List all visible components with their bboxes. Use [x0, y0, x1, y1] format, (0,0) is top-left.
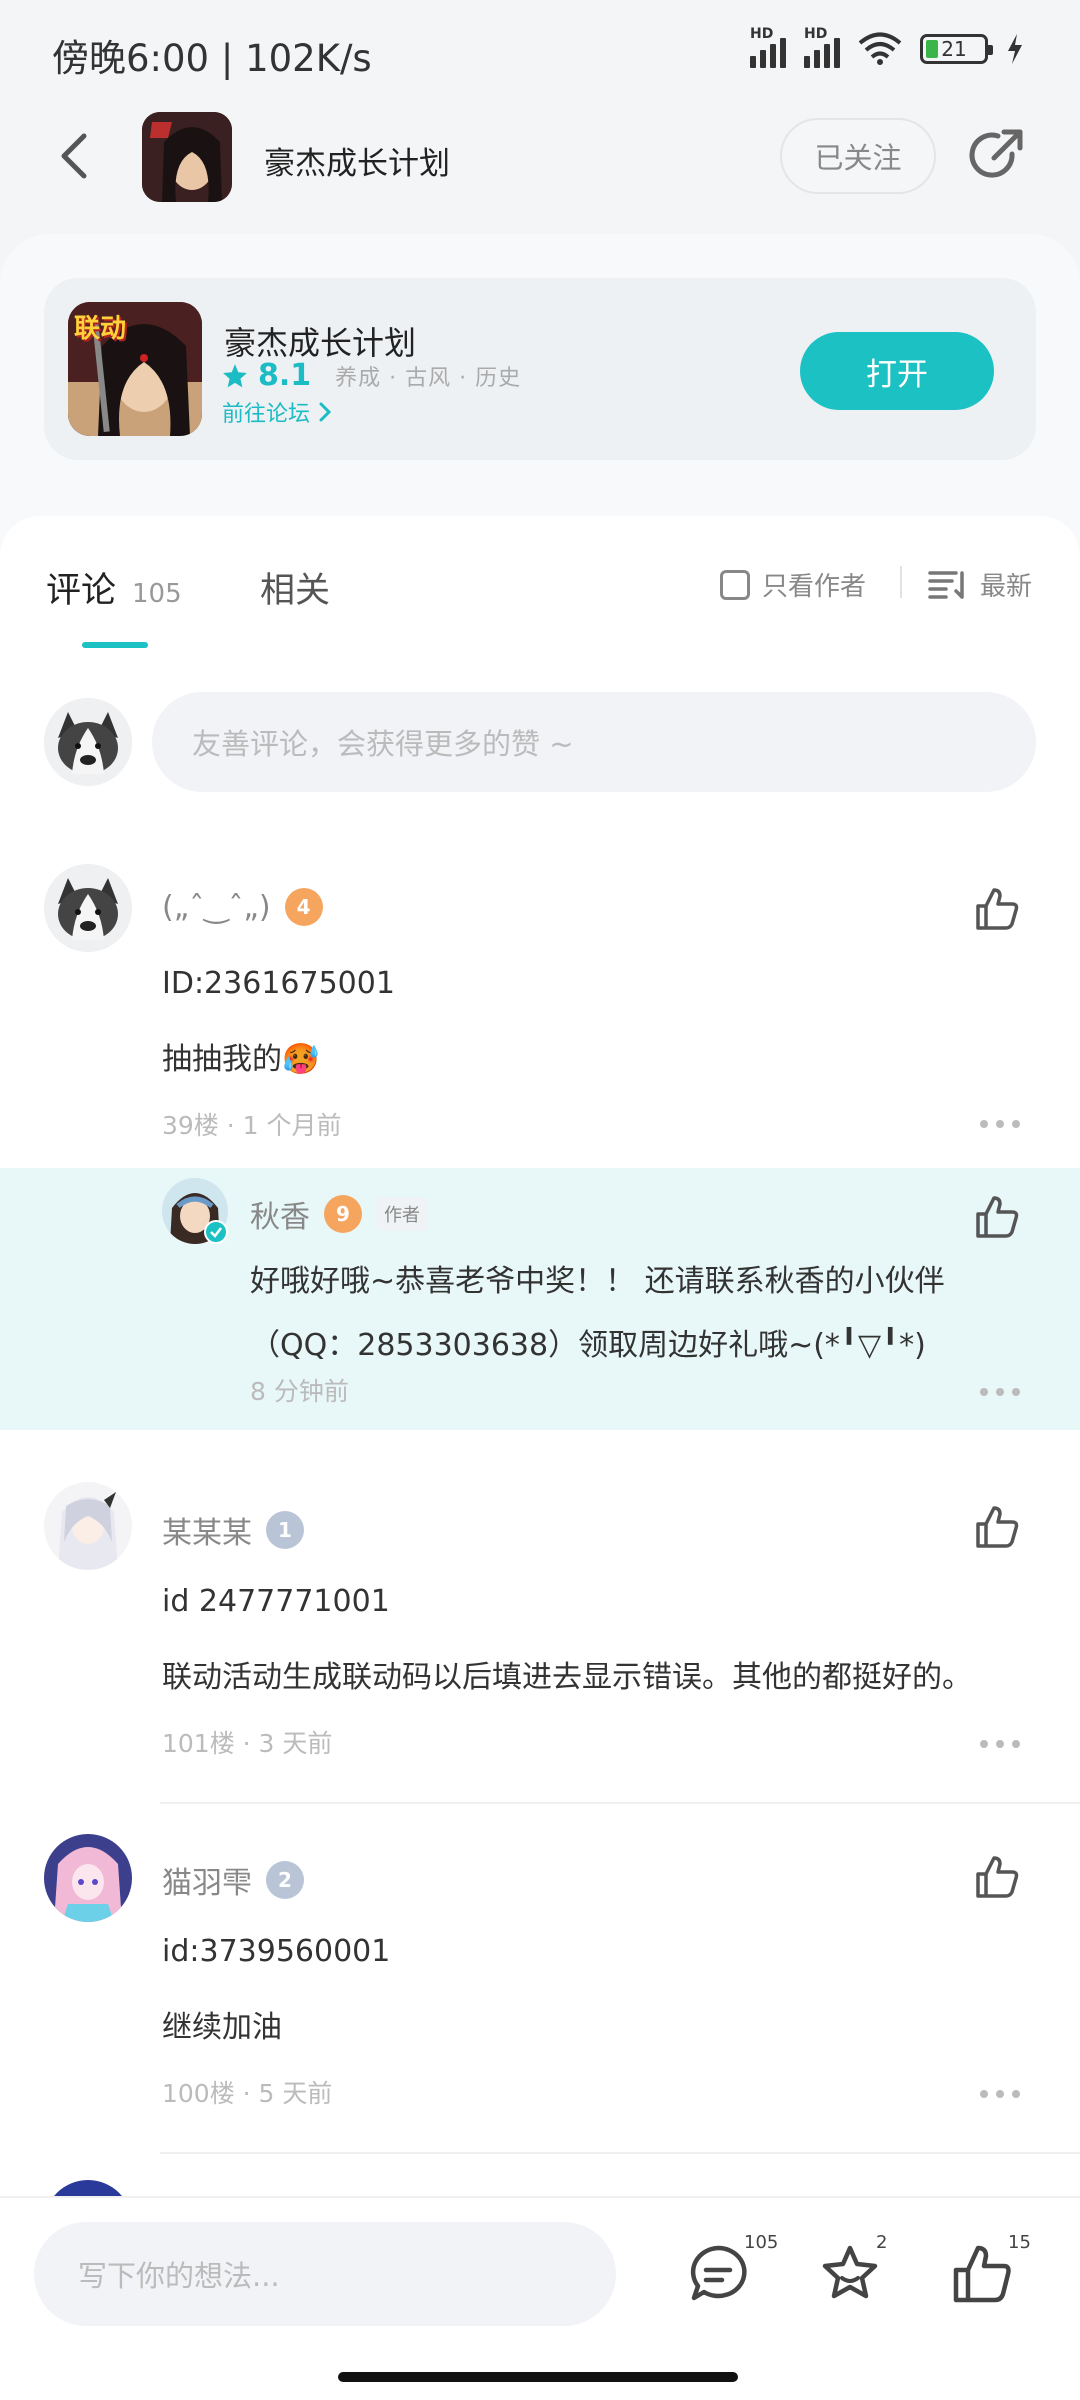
- comment-text: 继续加油: [162, 2010, 282, 2045]
- avatar[interactable]: [44, 864, 132, 952]
- comment-input[interactable]: 友善评论，会获得更多的赞 ~: [152, 692, 1036, 792]
- only-author-toggle[interactable]: 只看作者: [720, 566, 866, 603]
- level-badge: 2: [266, 1861, 304, 1899]
- comment-meta: 100楼 · 5 天前: [162, 2079, 333, 2108]
- tab-related[interactable]: 相关: [260, 562, 330, 613]
- avatar[interactable]: [44, 1482, 132, 1570]
- divider: [900, 566, 902, 598]
- reply-text: （QQ：2853303638）领取周边好礼哦~(*╹▽╹*): [250, 1328, 926, 1363]
- reply-input[interactable]: 写下你的想法...: [34, 2222, 616, 2326]
- reply-header: 秋香 9 作者: [250, 1192, 428, 1236]
- comment-header: 猫羽雫 2: [162, 1858, 304, 1902]
- favorite-count: 2: [876, 2232, 888, 2253]
- reply-meta: 8 分钟前: [250, 1377, 349, 1406]
- status-time: 傍晚6:00 | 102K/s: [52, 37, 372, 80]
- only-author-label: 只看作者: [762, 572, 867, 602]
- like-icon[interactable]: [950, 2242, 1014, 2306]
- like-icon[interactable]: [974, 1504, 1020, 1550]
- sort-label: 最新: [980, 572, 1033, 602]
- charging-icon: [1008, 34, 1022, 64]
- separator: [160, 1802, 1080, 1804]
- username[interactable]: 某某某: [162, 1508, 252, 1552]
- home-indicator[interactable]: [338, 2372, 738, 2382]
- forum-link-label: 前往论坛: [222, 402, 311, 427]
- like-count: 15: [1008, 2232, 1031, 2253]
- tab-comments[interactable]: 评论 105: [46, 562, 182, 613]
- comment-text: id 2477771001: [162, 1584, 390, 1619]
- signal-icon: HD: [804, 26, 840, 68]
- level-badge: 4: [284, 888, 323, 926]
- like-icon[interactable]: [974, 1194, 1020, 1240]
- rating-row: 8.1 养成 · 古风 · 历史: [222, 358, 521, 393]
- sort-icon: [928, 570, 964, 599]
- page-title: 豪杰成长计划: [264, 146, 450, 182]
- wifi-icon: [858, 32, 902, 65]
- follow-button[interactable]: 已关注: [780, 118, 936, 194]
- level-badge: 1: [266, 1511, 304, 1549]
- more-icon[interactable]: [980, 1388, 1020, 1398]
- tab-comments-count: 105: [132, 579, 182, 609]
- avatar: [44, 698, 132, 786]
- username[interactable]: 秋香: [250, 1192, 310, 1236]
- signal-icon: HD: [750, 26, 786, 68]
- username[interactable]: („ˆ‿ˆ„): [162, 890, 271, 925]
- more-icon[interactable]: [980, 2090, 1020, 2100]
- chevron-right-icon: [319, 402, 332, 422]
- author-tag: 作者: [376, 1197, 428, 1231]
- comment-header: 某某某 1: [162, 1508, 304, 1552]
- tab-comments-label: 评论: [46, 571, 117, 611]
- collab-badge: 联动: [74, 314, 127, 344]
- tab-indicator: [82, 642, 148, 648]
- reply-text: 好哦好哦~恭喜老爷中奖！！ 还请联系秋香的小伙伴: [250, 1264, 945, 1299]
- battery-icon: 21: [920, 34, 993, 64]
- avatar[interactable]: [44, 1834, 132, 1922]
- share-icon[interactable]: [966, 126, 1026, 186]
- username[interactable]: 猫羽雫: [162, 1858, 252, 1902]
- checkbox[interactable]: [720, 569, 750, 600]
- more-icon[interactable]: [980, 1740, 1020, 1750]
- comment-text: id:3739560001: [162, 1934, 391, 1969]
- app-thumbnail[interactable]: [142, 112, 232, 202]
- level-value: 2: [278, 1868, 292, 1892]
- back-icon[interactable]: [52, 128, 96, 184]
- app-icon[interactable]: 联动: [68, 302, 202, 436]
- comment-header: („ˆ‿ˆ„) 4: [162, 888, 323, 926]
- comment-text: 抽抽我的🥵: [162, 1042, 320, 1077]
- favorite-star-icon[interactable]: [818, 2242, 882, 2306]
- comment-icon[interactable]: [686, 2242, 750, 2306]
- level-value: 4: [296, 895, 311, 919]
- comment-meta: 39楼 · 1 个月前: [162, 1111, 342, 1140]
- open-app-button[interactable]: 打开: [800, 332, 994, 410]
- more-icon[interactable]: [980, 1120, 1020, 1130]
- level-value: 1: [278, 1518, 292, 1542]
- comment-meta: 101楼 · 3 天前: [162, 1729, 333, 1758]
- level-badge: 9: [324, 1195, 362, 1233]
- comment-text: ID:2361675001: [162, 966, 395, 1001]
- like-icon[interactable]: [974, 1854, 1020, 1900]
- star-icon: [223, 363, 247, 387]
- app-tags: 养成 · 古风 · 历史: [335, 365, 522, 391]
- verified-icon: [204, 1220, 228, 1244]
- status-icons: HD HD 21: [750, 26, 1024, 68]
- level-value: 9: [336, 1202, 350, 1226]
- rating-value: 8.1: [258, 358, 312, 393]
- forum-link[interactable]: 前往论坛: [222, 396, 332, 428]
- comment-text: 联动活动生成联动码以后填进去显示错误。其他的都挺好的。: [162, 1660, 972, 1695]
- separator: [160, 2152, 1080, 2154]
- comment-count: 105: [744, 2232, 779, 2253]
- sort-button[interactable]: 最新: [928, 566, 1032, 603]
- like-icon[interactable]: [974, 886, 1020, 932]
